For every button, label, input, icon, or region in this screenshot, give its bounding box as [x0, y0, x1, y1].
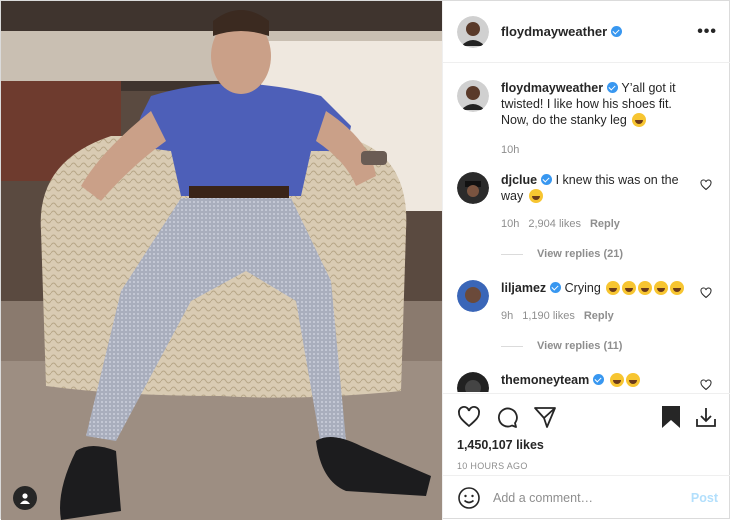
post-sidebar: floydmayweather ••• floydmayweather Y’al…: [442, 1, 730, 520]
comment: liljamez Crying 9h 1,190 likes Reply: [457, 280, 718, 324]
comment-username[interactable]: themoneyteam: [501, 373, 589, 387]
laughing-emoji-icon: [632, 113, 647, 127]
save-bookmark-icon[interactable]: [660, 405, 682, 429]
post-image: [1, 1, 442, 520]
comment-text: Crying: [564, 281, 601, 295]
verified-badge-icon: [541, 174, 553, 185]
verified-badge-icon: [607, 82, 619, 93]
laughing-emoji-icon: [609, 373, 624, 387]
rofl-emoji-icon: [670, 281, 685, 295]
author-username[interactable]: floydmayweather: [501, 24, 623, 39]
like-heart-icon[interactable]: [457, 405, 481, 429]
laughing-emoji-icon: [625, 373, 640, 387]
caption-time[interactable]: 10h: [501, 144, 519, 156]
like-comment-heart-icon[interactable]: [700, 287, 712, 299]
caption-avatar[interactable]: [457, 80, 489, 112]
rofl-emoji-icon: [606, 281, 621, 295]
post-timestamp[interactable]: 10 HOURS AGO: [457, 461, 718, 471]
download-icon[interactable]: [694, 405, 718, 429]
like-comment-heart-icon[interactable]: [700, 379, 712, 391]
add-comment-input[interactable]: Add a comment…: [493, 491, 593, 505]
verified-badge-icon: [611, 26, 623, 37]
post-photo[interactable]: [1, 1, 442, 520]
commenter-avatar[interactable]: [457, 372, 489, 392]
author-avatar[interactable]: [457, 15, 489, 48]
commenter-avatar[interactable]: [457, 280, 489, 312]
comment-likes[interactable]: 1,190 likes: [522, 310, 575, 322]
add-comment-bar: Add a comment… Post: [443, 475, 730, 520]
view-replies-button[interactable]: View replies (11): [501, 340, 718, 352]
comment-username[interactable]: djclue: [501, 173, 537, 187]
comment-time[interactable]: 10h: [501, 218, 519, 230]
tagged-users-button[interactable]: [13, 486, 37, 510]
laughing-emoji-icon: [528, 189, 543, 203]
rofl-emoji-icon: [638, 281, 653, 295]
rofl-emoji-icon: [622, 281, 637, 295]
comment: djclue I knew this was on the way 10h 2,9…: [457, 172, 718, 232]
caption-username[interactable]: floydmayweather: [501, 81, 603, 95]
like-comment-heart-icon[interactable]: [700, 179, 712, 191]
commenter-avatar[interactable]: [457, 172, 489, 204]
user-icon: [20, 493, 30, 504]
post-comment-button[interactable]: Post: [691, 491, 718, 505]
rofl-emoji-icon: [654, 281, 669, 295]
post-actions: 1,450,107 likes 10 HOURS AGO: [443, 393, 730, 471]
verified-badge-icon: [550, 282, 562, 293]
reply-button[interactable]: Reply: [584, 310, 614, 322]
reply-button[interactable]: Reply: [590, 218, 620, 230]
caption: floydmayweather Y’all got it twisted! I …: [457, 80, 718, 158]
instagram-post: floydmayweather ••• floydmayweather Y’al…: [0, 0, 730, 520]
comment-likes[interactable]: 2,904 likes: [528, 218, 581, 230]
view-replies-button[interactable]: View replies (21): [501, 248, 718, 260]
comment-time[interactable]: 9h: [501, 310, 513, 322]
more-options-icon[interactable]: •••: [697, 23, 717, 41]
likes-count[interactable]: 1,450,107 likes: [457, 438, 718, 452]
comment-username[interactable]: liljamez: [501, 281, 546, 295]
post-header: floydmayweather •••: [443, 1, 730, 63]
comments-list: floydmayweather Y’all got it twisted! I …: [443, 64, 730, 392]
share-icon[interactable]: [533, 405, 557, 429]
comment-icon[interactable]: [495, 405, 519, 429]
emoji-picker-icon[interactable]: [457, 486, 481, 510]
comment: themoneyteam: [457, 372, 718, 392]
verified-badge-icon: [593, 374, 605, 385]
